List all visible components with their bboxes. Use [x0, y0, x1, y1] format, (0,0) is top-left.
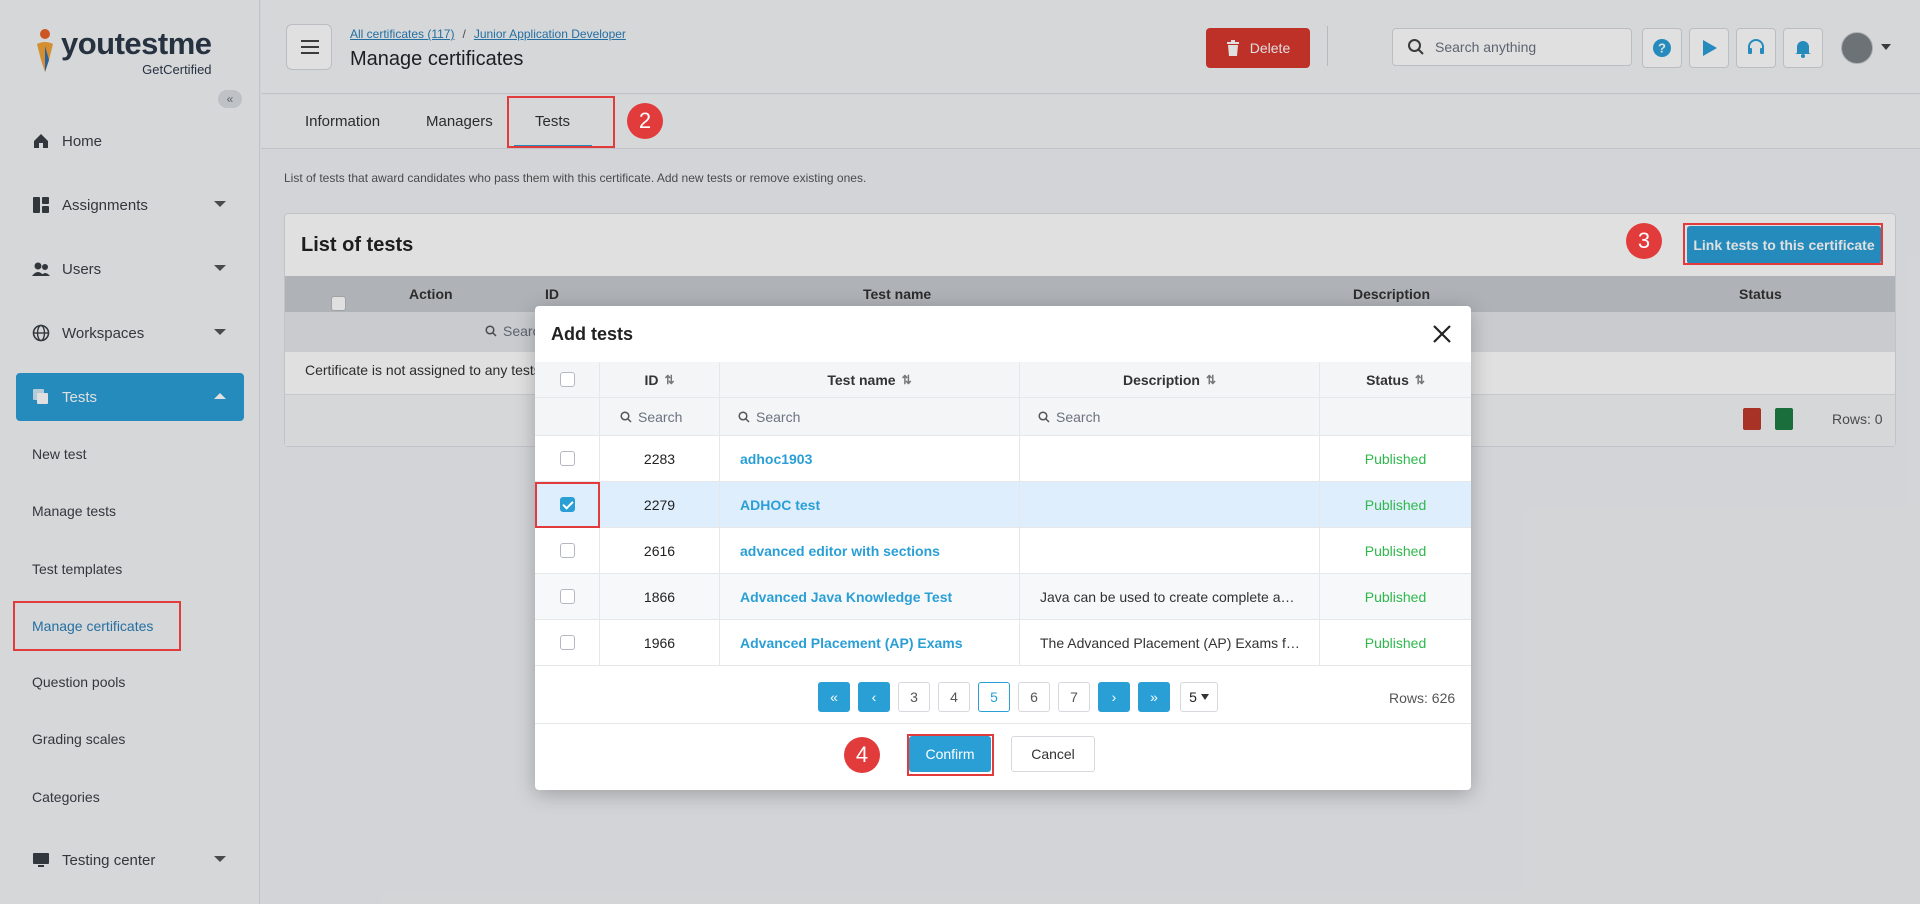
- table-header: ID ⇅ Test name ⇅ Description ⇅ Status ⇅: [535, 362, 1471, 398]
- table-filter-row: Search Search Search: [535, 398, 1471, 436]
- column-label: ID: [644, 371, 659, 388]
- search-placeholder: Search: [1056, 408, 1101, 425]
- highlight-row-checkbox: [535, 482, 600, 528]
- cell-id: 2616: [600, 528, 720, 573]
- column-label: Test name: [827, 371, 896, 388]
- sort-icon: ⇅: [901, 372, 912, 387]
- rows-per-page-select[interactable]: 5: [1180, 682, 1218, 712]
- column-label: Status: [1366, 371, 1409, 388]
- search-icon: [620, 410, 632, 423]
- page-button[interactable]: 6: [1018, 682, 1050, 712]
- column-header-test-name[interactable]: Test name ⇅: [720, 362, 1020, 397]
- row-checkbox[interactable]: [559, 451, 575, 466]
- step-badge-3: 3: [1626, 223, 1662, 259]
- status-badge: Published: [1364, 450, 1427, 467]
- description-search-input[interactable]: Search: [1020, 398, 1320, 435]
- row-checkbox[interactable]: [559, 543, 575, 558]
- id-search-input[interactable]: Search: [600, 398, 720, 435]
- search-icon: [1038, 410, 1050, 423]
- page-button[interactable]: 4: [938, 682, 970, 712]
- search-icon: [738, 410, 750, 423]
- sort-icon: ⇅: [1414, 372, 1425, 387]
- rows-count: Rows: 626: [1389, 690, 1456, 706]
- cell-description: Java can be used to create complete a…: [1020, 574, 1320, 619]
- next-page-button[interactable]: ›: [1098, 682, 1130, 712]
- current-page-button[interactable]: 5: [978, 682, 1010, 712]
- close-icon[interactable]: [1430, 322, 1454, 346]
- rows-per-page-value: 5: [1189, 689, 1197, 705]
- table-row[interactable]: 1966 Advanced Placement (AP) Exams The A…: [535, 620, 1471, 666]
- test-name-link[interactable]: adhoc1903: [720, 436, 1020, 481]
- page-button[interactable]: 3: [898, 682, 930, 712]
- status-badge: Published: [1364, 542, 1427, 559]
- column-header-id[interactable]: ID ⇅: [600, 362, 720, 397]
- add-tests-dialog: Add tests ID ⇅ Test name ⇅ Description ⇅ St…: [535, 306, 1471, 790]
- dialog-title: Add tests: [551, 324, 634, 344]
- row-checkbox[interactable]: [559, 635, 575, 650]
- cell-description: [1020, 436, 1320, 481]
- table-row[interactable]: 2616 advanced editor with sections Publi…: [535, 528, 1471, 574]
- previous-page-button[interactable]: ‹: [858, 682, 890, 712]
- table-row[interactable]: 1866 Advanced Java Knowledge Test Java c…: [535, 574, 1471, 620]
- search-placeholder: Search: [756, 408, 801, 425]
- status-badge: Published: [1364, 588, 1427, 605]
- test-name-link[interactable]: advanced editor with sections: [720, 528, 1020, 573]
- cell-id: 2283: [600, 436, 720, 481]
- chevron-down-icon: [1200, 694, 1209, 700]
- cancel-button[interactable]: Cancel: [1011, 736, 1095, 772]
- column-header-description[interactable]: Description ⇅: [1020, 362, 1320, 397]
- column-header-status[interactable]: Status ⇅: [1320, 362, 1471, 397]
- table-row-selected[interactable]: 2279 ADHOC test Published: [535, 482, 1471, 528]
- cell-id: 2279: [600, 482, 720, 527]
- highlight-tests-tab: [507, 96, 615, 148]
- step-badge-2: 2: [627, 103, 663, 139]
- status-badge: Published: [1364, 634, 1427, 651]
- column-label: Description: [1122, 371, 1200, 388]
- cell-id: 1866: [600, 574, 720, 619]
- table-row[interactable]: 2283 adhoc1903 Published: [535, 436, 1471, 482]
- test-name-link[interactable]: Advanced Placement (AP) Exams: [720, 620, 1020, 665]
- page-button[interactable]: 7: [1058, 682, 1090, 712]
- test-name-link[interactable]: ADHOC test: [720, 482, 1020, 527]
- highlight-link-tests-button: [1683, 223, 1883, 265]
- test-name-search-input[interactable]: Search: [720, 398, 1020, 435]
- sort-icon: ⇅: [1205, 372, 1217, 387]
- cell-description: [1020, 482, 1320, 527]
- cell-description: The Advanced Placement (AP) Exams f…: [1020, 620, 1320, 665]
- highlight-confirm-button: [907, 734, 994, 776]
- test-name-link[interactable]: Advanced Java Knowledge Test: [720, 574, 1020, 619]
- select-all-checkbox[interactable]: [559, 372, 575, 387]
- highlight-manage-certificates: [13, 601, 181, 651]
- pagination: « ‹ 3 4 5 6 7 › » 5 Rows: 626: [535, 670, 1471, 724]
- cell-description: [1020, 528, 1320, 573]
- last-page-button[interactable]: »: [1138, 682, 1170, 712]
- status-badge: Published: [1364, 496, 1427, 513]
- first-page-button[interactable]: «: [818, 682, 850, 712]
- step-badge-4: 4: [844, 737, 880, 773]
- search-placeholder: Search: [638, 408, 683, 425]
- sort-icon: ⇅: [664, 372, 675, 387]
- cell-id: 1966: [600, 620, 720, 665]
- row-checkbox[interactable]: [559, 589, 575, 604]
